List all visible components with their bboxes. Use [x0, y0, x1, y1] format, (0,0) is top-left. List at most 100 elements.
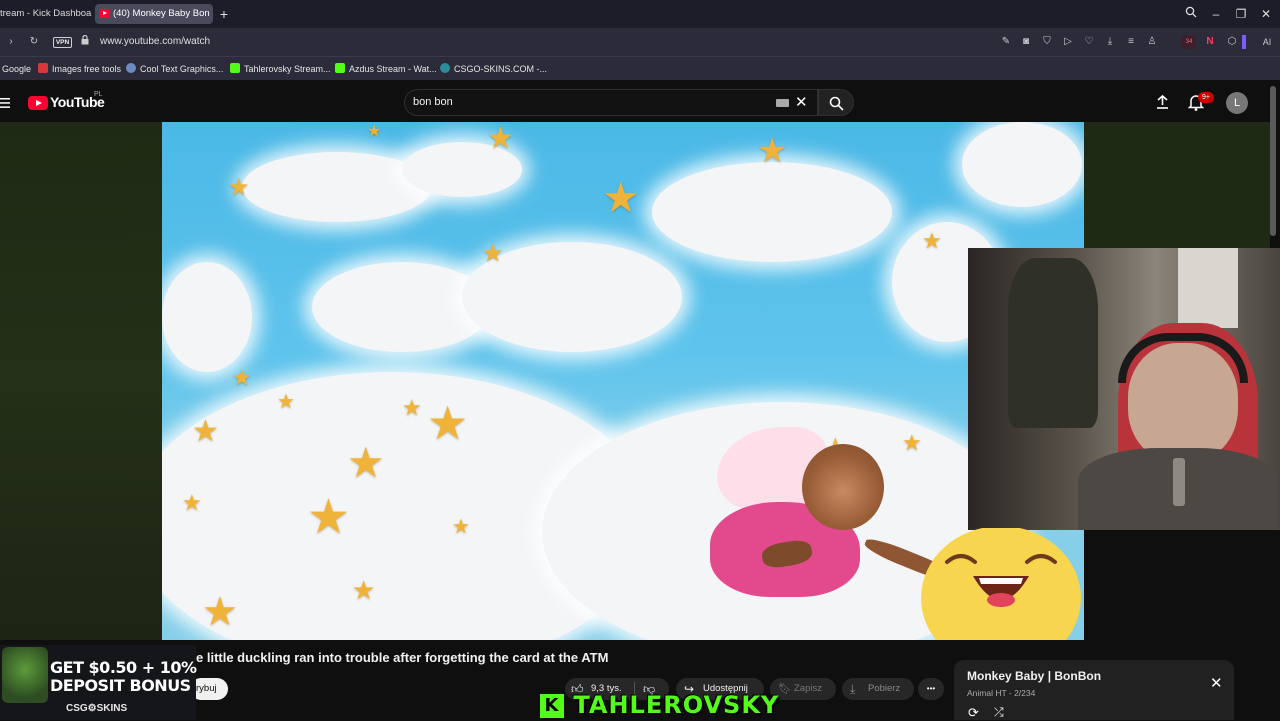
bookmark-label: Cool Text Graphics... — [140, 64, 224, 74]
star-decoration: ★ — [277, 391, 295, 413]
bookmark-cool-text[interactable]: Cool Text Graphics... — [126, 62, 223, 76]
play-icon[interactable]: ▷ — [1061, 35, 1075, 49]
bookmark-favicon-icon — [126, 63, 136, 73]
bookmarks-bar: Google Images free tools Cool Text Graph… — [0, 56, 1280, 80]
close-playlist-icon[interactable]: ✕ — [1210, 674, 1223, 692]
tab-label: tream - Kick Dashboard — [0, 8, 92, 19]
vpn-badge[interactable]: VPN — [53, 37, 72, 48]
vape-device — [1173, 458, 1185, 506]
new-tab-icon[interactable]: + — [216, 6, 232, 22]
bookmark-images-free-tools[interactable]: Images free tools — [38, 62, 121, 76]
playlist-panel: Monkey Baby | BonBon Animal HT - 2/234 ✕… — [954, 660, 1234, 720]
star-decoration: ★ — [232, 365, 252, 390]
url-text: www.youtube.com/watch — [100, 36, 211, 47]
playlist-title[interactable]: Monkey Baby | BonBon — [967, 669, 1101, 683]
star-decoration: ★ — [307, 491, 351, 544]
camera-icon[interactable]: ◙ — [1019, 35, 1033, 49]
ad-subheadline: DEPOSIT BONUS — [50, 676, 191, 695]
ad-line-1: GET $0.50 + 10% — [50, 658, 197, 677]
star-decoration: ★ — [202, 590, 238, 634]
mouse-cursor-icon — [817, 477, 825, 489]
menu-list-icon[interactable]: ≡ — [1124, 35, 1138, 49]
download-button[interactable]: ⤓ Pobierz — [842, 678, 914, 700]
csgo-skins-ad[interactable]: GET $0.50 + 10% DEPOSIT BONUS CSG⚙SKINS — [0, 645, 197, 720]
star-decoration: ★ — [228, 174, 250, 201]
search-query: bon bon — [413, 96, 453, 108]
tab-kick-dashboard[interactable]: tream - Kick Dashboard — [0, 4, 92, 24]
shield-icon[interactable]: ⛉ — [1040, 35, 1054, 49]
download-icon[interactable]: ⤓ — [1103, 35, 1117, 49]
url-field[interactable]: www.youtube.com/watch — [48, 32, 978, 52]
search-button[interactable] — [818, 89, 854, 116]
coat-hanging — [1008, 258, 1098, 428]
loop-icon[interactable]: ⟳ — [968, 705, 979, 721]
ad-headline: GET $0.50 + 10% — [50, 658, 197, 677]
minimize-icon[interactable]: – — [1208, 6, 1224, 22]
bookmark-csgo-skins[interactable]: CSGO-SKINS.COM -... — [440, 62, 547, 76]
search-icon — [829, 96, 844, 111]
upload-icon[interactable] — [1155, 94, 1170, 110]
extension-badge-icon[interactable]: 34 — [1182, 35, 1196, 49]
save-label: Zapisz — [794, 683, 822, 694]
hamburger-menu-icon[interactable] — [0, 96, 10, 108]
bookmark-icon: 🔖︎ — [778, 683, 792, 695]
bookmark-favicon-icon — [440, 63, 450, 73]
save-button[interactable]: 🔖︎ Zapisz — [770, 678, 836, 700]
ai-button[interactable]: AI — [1256, 35, 1278, 49]
streamer-name-overlay: K TAHLEROVSKY — [540, 691, 779, 719]
search-tabs-icon[interactable] — [1183, 6, 1199, 22]
monkey-head — [802, 444, 884, 530]
heart-icon[interactable]: ♡ — [1082, 35, 1096, 49]
video-title: e little duckling ran into trouble after… — [196, 650, 609, 665]
keyboard-icon[interactable] — [776, 99, 789, 107]
star-decoration: ★ — [487, 122, 514, 155]
star-decoration: ★ — [402, 395, 422, 420]
bookmark-label: Images free tools — [52, 64, 122, 74]
more-actions-button[interactable]: ••• — [918, 678, 944, 700]
star-decoration: ★ — [902, 430, 922, 455]
kick-logo-icon: K — [540, 694, 564, 718]
bookmark-label: Tahlerovsky Stream... — [244, 64, 331, 74]
avatar[interactable]: L — [1226, 92, 1248, 114]
ad-brand: CSG⚙SKINS — [66, 703, 128, 714]
page-scrollbar[interactable] — [1270, 86, 1276, 236]
bookmark-azdus-stream[interactable]: Azdus Stream - Wat... — [335, 62, 437, 76]
search-input[interactable]: bon bon ✕ — [404, 89, 818, 116]
lock-icon — [78, 34, 92, 49]
youtube-region: PL — [94, 91, 103, 98]
forward-icon[interactable]: › — [4, 35, 18, 49]
bookmark-google[interactable]: Google — [2, 62, 31, 76]
ad-character-image — [2, 647, 48, 703]
star-decoration: ★ — [347, 439, 385, 486]
reload-icon[interactable]: ↻ — [27, 35, 41, 49]
star-decoration: ★ — [367, 123, 382, 140]
bookmark-tahlerovsky-stream[interactable]: Tahlerovsky Stream... — [230, 62, 331, 76]
streamer-webcam — [968, 248, 1280, 530]
bookmark-label: Google — [2, 64, 32, 74]
bookmark-favicon-icon — [38, 63, 48, 73]
extension-n-icon[interactable]: N — [1203, 35, 1217, 49]
sidebar-indicator — [1242, 35, 1246, 49]
profile-icon[interactable]: ♙ — [1145, 35, 1159, 49]
close-window-icon[interactable]: ✕ — [1258, 6, 1274, 22]
cloud — [162, 262, 252, 372]
youtube-favicon-icon — [99, 9, 110, 18]
download-icon: ⤓ — [850, 682, 856, 696]
star-decoration: ★ — [602, 174, 640, 221]
ambient-backdrop-left — [0, 122, 162, 642]
poster — [1178, 248, 1238, 328]
playlist-subtitle: Animal HT - 2/234 — [967, 688, 1036, 698]
notification-count-badge: 9+ — [1198, 92, 1214, 103]
shuffle-icon[interactable]: ⤮ — [994, 705, 1004, 720]
extension-cube-icon[interactable]: ⬡ — [1225, 35, 1239, 49]
maximize-icon[interactable]: ❐ — [1233, 6, 1249, 22]
streamer-name: TAHLEROVSKY — [573, 691, 780, 719]
cloud — [652, 162, 892, 262]
tab-youtube-video[interactable]: (40) Monkey Baby Bon Bo — [95, 4, 213, 24]
kick-favicon-icon — [335, 63, 345, 73]
kick-favicon-icon — [230, 63, 240, 73]
youtube-logo-icon — [28, 96, 48, 110]
edit-icon[interactable]: ✎ — [999, 35, 1013, 49]
star-decoration: ★ — [757, 132, 788, 170]
clear-search-icon[interactable]: ✕ — [795, 93, 808, 111]
